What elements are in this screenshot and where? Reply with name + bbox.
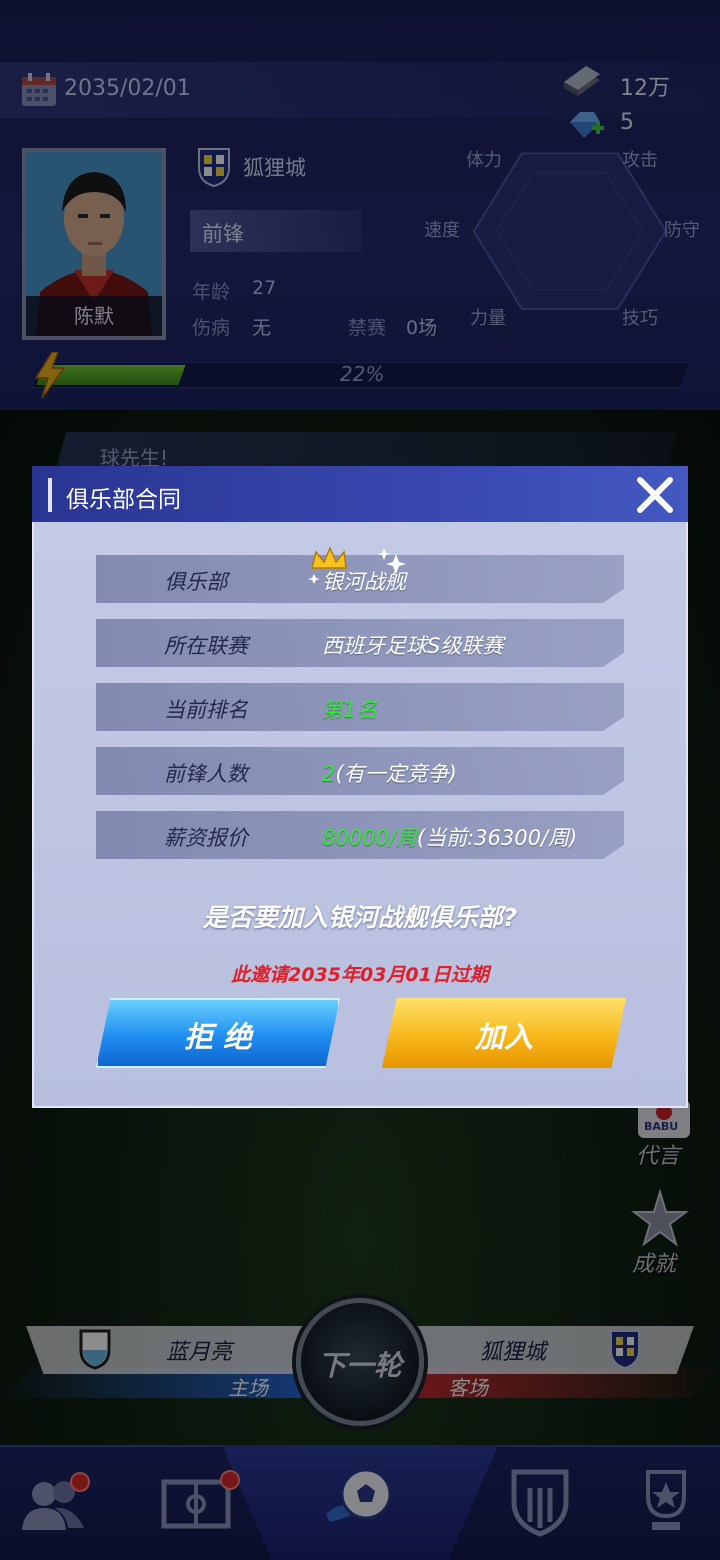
dialog-header-accent [48,478,52,512]
invite-expiry-note: 此邀请2035年03月01日过期 [231,964,489,986]
row-label-forwards: 前锋人数 [164,762,248,786]
row-value-salary: 80000/周(当前:36300/周) [322,822,577,852]
salary-current: (当前:36300/周) [416,826,578,850]
forwards-competition-note: (有一定竞争) [335,762,457,786]
reject-button-label: 拒 绝 [183,1020,253,1054]
salary-offer: 80000/周 [322,826,417,850]
row-label-club: 俱乐部 [164,570,228,594]
row-label-league: 所在联赛 [164,634,248,658]
join-question: 是否要加入银河战舰俱乐部? [202,903,518,932]
row-value-league: 西班牙足球S级联赛 [322,634,504,658]
row-value-forwards: 2(有一定竞争) [322,758,457,788]
row-value-club: 银河战舰 [322,570,406,594]
forwards-count: 2 [322,762,336,786]
row-label-salary: 薪资报价 [164,826,248,850]
row-value-rank: 第1名 [322,698,378,722]
row-label-rank: 当前排名 [164,698,248,722]
close-icon[interactable] [632,472,678,518]
join-button-label: 加入 [474,1020,533,1054]
dialog-title: 俱乐部合同 [66,487,181,513]
